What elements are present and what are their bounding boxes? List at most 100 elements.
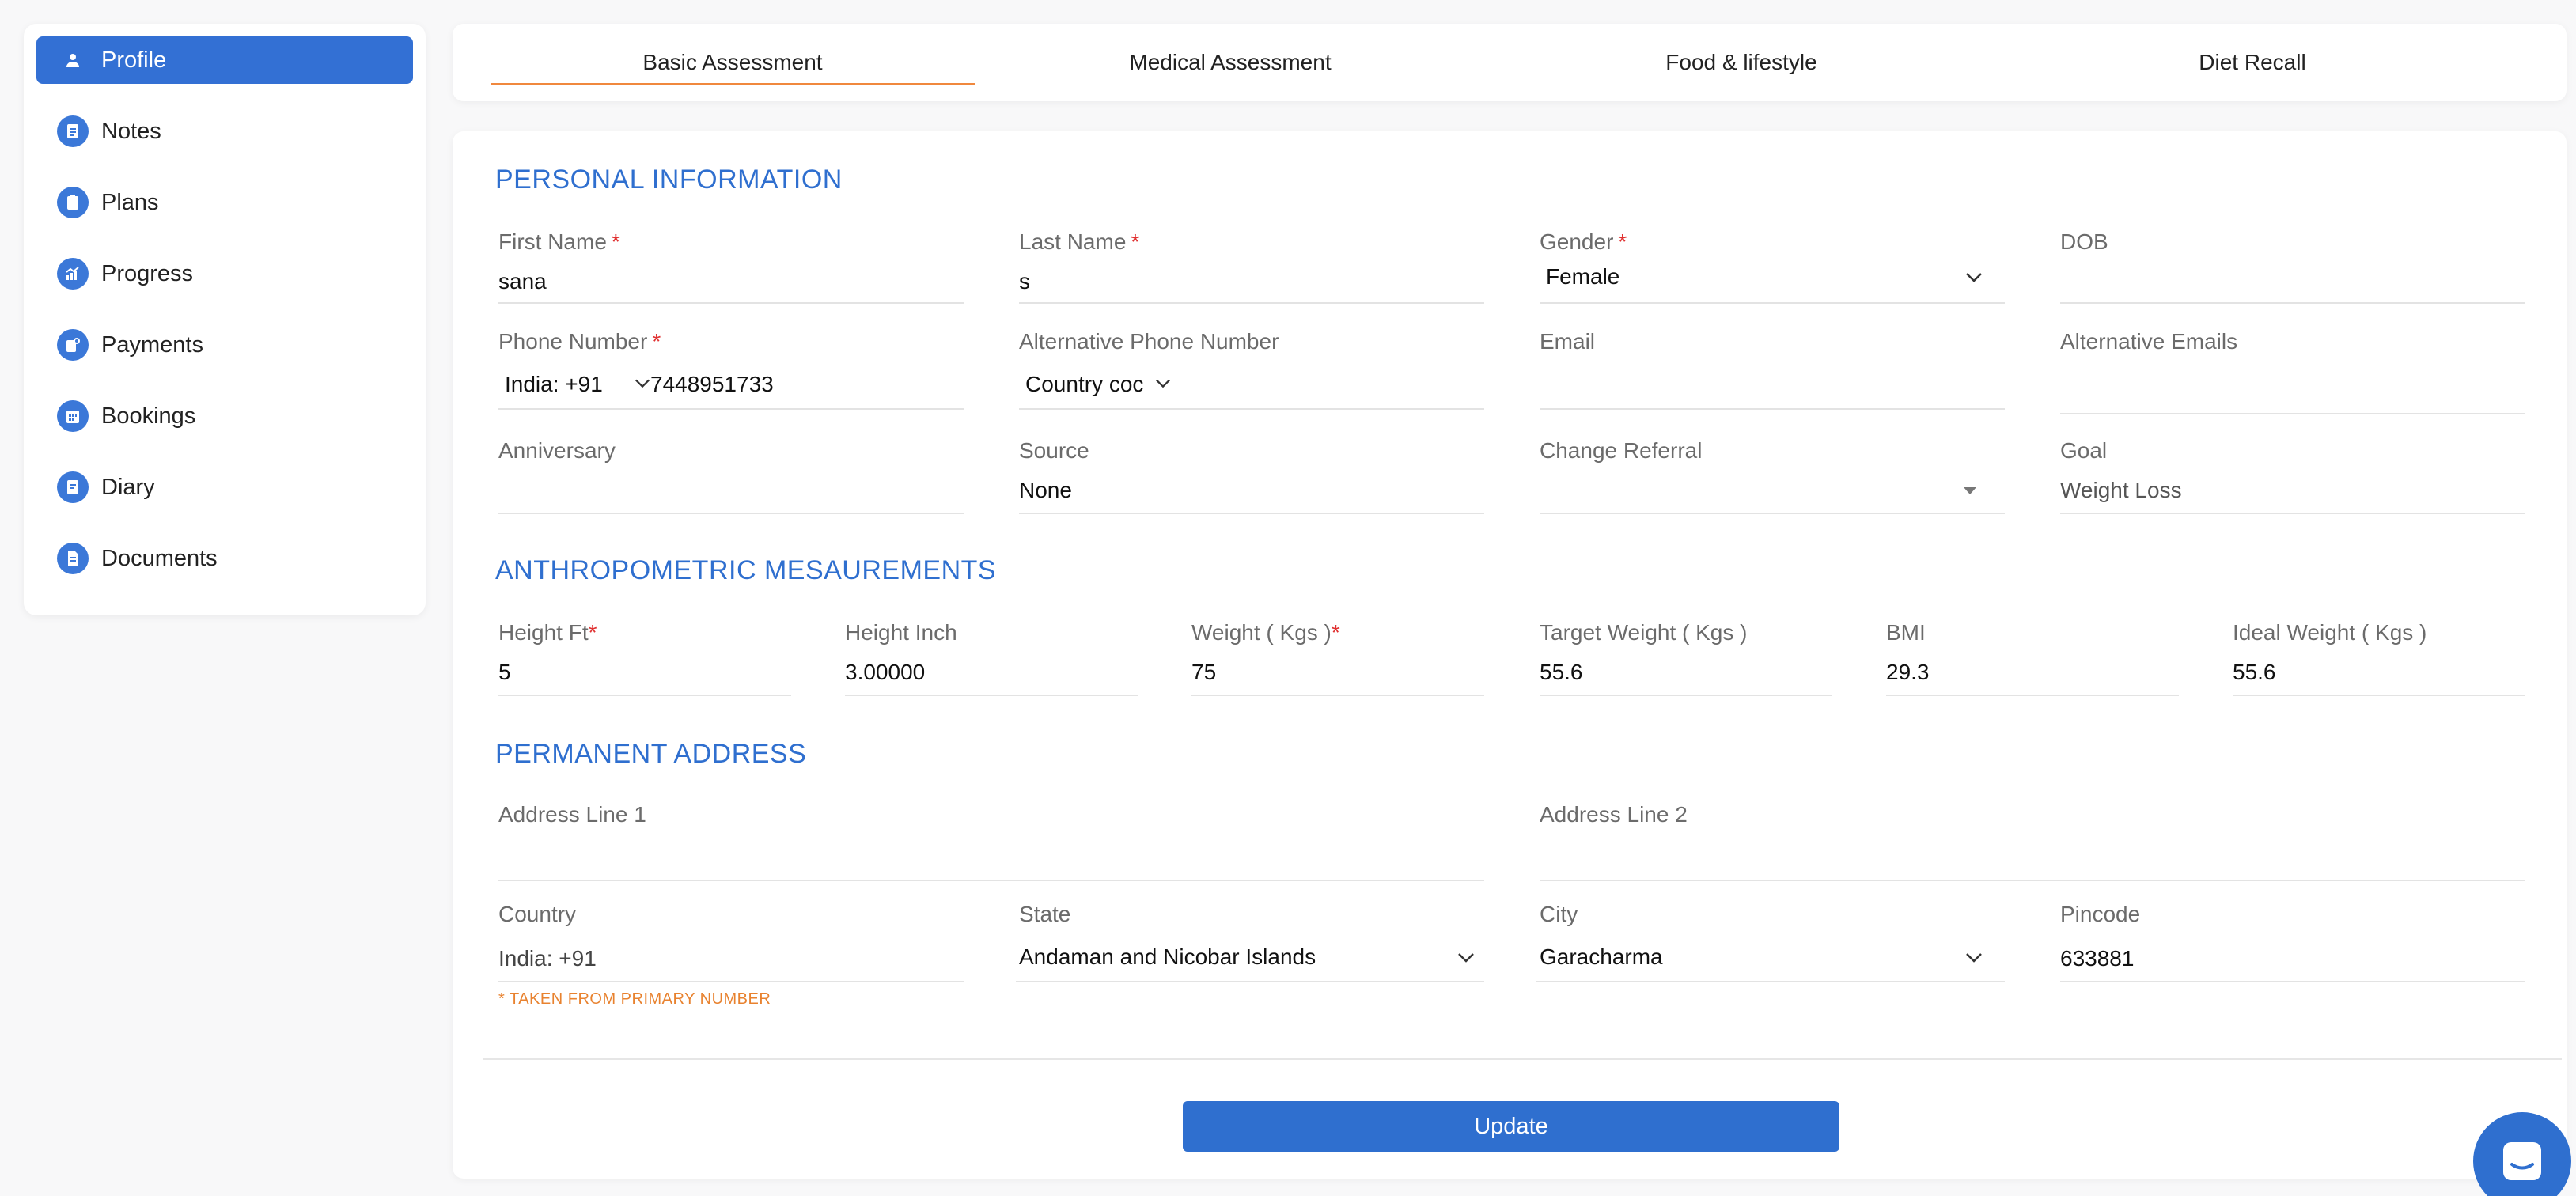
sidebar-item-label: Documents	[101, 545, 218, 571]
field-label: Last Name *	[1019, 229, 1140, 254]
field-label: Change Referral	[1540, 438, 1703, 463]
field-label: Source	[1019, 438, 1089, 463]
tab-basic-assessment[interactable]: Basic Assessment	[491, 24, 975, 101]
city-select[interactable]: City Garacharma	[1536, 902, 2005, 984]
city-value: Garacharma	[1540, 944, 1663, 969]
required-marker: *	[588, 620, 597, 645]
last-name-input[interactable]: s	[1019, 269, 1030, 294]
country-field[interactable]: Country India: +91	[498, 902, 964, 984]
address-line1-field[interactable]: Address Line 1	[498, 802, 1484, 883]
pincode-field[interactable]: Pincode 633881	[2060, 902, 2525, 984]
tab-label: Medical Assessment	[1129, 50, 1332, 74]
alt-phone-field[interactable]: Alternative Phone Number Country coc	[1019, 329, 1484, 411]
chevron-down-icon	[1966, 953, 1982, 963]
field-underline	[1540, 302, 2005, 304]
state-select[interactable]: State Andaman and Nicobar Islands	[1016, 902, 1484, 984]
state-value: Andaman and Nicobar Islands	[1019, 944, 1316, 969]
address-line2-field[interactable]: Address Line 2	[1540, 802, 2525, 883]
required-marker: *	[1618, 229, 1627, 254]
field-underline	[498, 880, 1484, 881]
height-ft-field[interactable]: Height Ft* 5	[498, 620, 791, 698]
chevron-down-icon	[1966, 273, 1982, 282]
ideal-weight-input[interactable]: 55.6	[2233, 660, 2276, 685]
pincode-input[interactable]: 633881	[2060, 946, 2134, 971]
field-underline	[1016, 981, 1484, 982]
bmi-field[interactable]: BMI 29.3	[1886, 620, 2179, 698]
first-name-input[interactable]: sana	[498, 269, 547, 294]
field-label: Alternative Emails	[2060, 329, 2238, 354]
alt-phone-country-code[interactable]: Country coc	[1025, 372, 1155, 397]
field-underline	[498, 981, 964, 982]
anniversary-field[interactable]: Anniversary	[498, 438, 964, 516]
required-marker: *	[611, 229, 620, 254]
goal-field[interactable]: Goal Weight Loss	[2060, 438, 2525, 516]
country-hint: * TAKEN FROM PRIMARY NUMBER	[498, 990, 771, 1008]
tab-diet-recall[interactable]: Diet Recall	[1997, 24, 2508, 101]
sidebar-item-label: Progress	[101, 260, 194, 286]
sidebar-item-bookings[interactable]: Bookings	[36, 392, 413, 440]
chat-icon	[2503, 1142, 2541, 1180]
bookings-icon	[57, 400, 89, 432]
field-label: Alternative Phone Number	[1019, 329, 1279, 354]
sidebar-item-documents[interactable]: Documents	[36, 535, 413, 582]
email-field[interactable]: Email	[1540, 329, 2005, 411]
field-underline	[1536, 981, 2005, 982]
gender-select[interactable]: Gender * Female	[1540, 229, 2005, 305]
field-underline	[498, 302, 964, 304]
source-input[interactable]: None	[1019, 478, 1072, 503]
field-underline	[1019, 302, 1484, 304]
weight-input[interactable]: 75	[1191, 660, 1216, 685]
chevron-down-icon	[1458, 953, 1474, 963]
sidebar-item-plans[interactable]: Plans	[36, 179, 413, 226]
tab-label: Diet Recall	[2199, 50, 2306, 74]
last-name-field[interactable]: Last Name * s	[1019, 229, 1484, 305]
tab-food-lifestyle[interactable]: Food & lifestyle	[1486, 24, 1997, 101]
target-weight-field[interactable]: Target Weight ( Kgs ) 55.6	[1540, 620, 1832, 698]
chevron-down-icon	[1156, 379, 1170, 388]
tab-medical-assessment[interactable]: Medical Assessment	[975, 24, 1486, 101]
source-field[interactable]: Source None	[1019, 438, 1484, 516]
field-label: First Name *	[498, 229, 620, 254]
sidebar-item-progress[interactable]: Progress	[36, 250, 413, 297]
country-input[interactable]: India: +91	[498, 946, 597, 971]
height-inch-input[interactable]: 3.00000	[845, 660, 925, 685]
field-underline	[2060, 513, 2525, 514]
alt-emails-field[interactable]: Alternative Emails	[2060, 329, 2525, 416]
notes-icon	[57, 115, 89, 147]
goal-input[interactable]: Weight Loss	[2060, 478, 2182, 503]
section-title-address: PERMANENT ADDRESS	[495, 739, 807, 769]
referral-select[interactable]: Change Referral	[1540, 438, 2005, 516]
field-label: Phone Number *	[498, 329, 661, 354]
height-inch-field[interactable]: Height Inch 3.00000	[845, 620, 1138, 698]
chevron-down-icon	[635, 379, 650, 388]
tab-label: Food & lifestyle	[1665, 50, 1817, 74]
gender-value: Female	[1546, 264, 1620, 289]
weight-field[interactable]: Weight ( Kgs )* 75	[1191, 620, 1484, 698]
phone-field[interactable]: Phone Number * India: +91 7448951733	[498, 329, 964, 411]
field-underline	[2060, 981, 2525, 982]
user-icon	[57, 44, 89, 76]
sidebar: Profile Notes Plans Progress Payments Bo…	[24, 24, 426, 615]
field-underline	[1540, 513, 2005, 514]
dob-field[interactable]: DOB	[2060, 229, 2525, 305]
sidebar-item-profile[interactable]: Profile	[36, 36, 413, 84]
sidebar-item-diary[interactable]: Diary	[36, 464, 413, 511]
field-label: City	[1540, 902, 1578, 926]
dropdown-arrow-icon	[1964, 487, 1976, 494]
phone-country-code[interactable]: India: +91	[505, 372, 603, 397]
first-name-field[interactable]: First Name * sana	[498, 229, 964, 305]
ideal-weight-field[interactable]: Ideal Weight ( Kgs ) 55.6	[2233, 620, 2525, 698]
height-ft-input[interactable]: 5	[498, 660, 511, 685]
section-title-personal: PERSONAL INFORMATION	[495, 165, 843, 195]
field-label: Anniversary	[498, 438, 616, 463]
target-weight-input[interactable]: 55.6	[1540, 660, 1583, 685]
sidebar-item-notes[interactable]: Notes	[36, 108, 413, 155]
phone-input[interactable]: 7448951733	[650, 372, 774, 397]
sidebar-item-payments[interactable]: Payments	[36, 321, 413, 369]
field-label: Pincode	[2060, 902, 2141, 926]
update-button[interactable]: Update	[1183, 1101, 1839, 1152]
assessment-tabs: Basic Assessment Medical Assessment Food…	[453, 24, 2567, 101]
field-underline	[1191, 695, 1484, 696]
field-underline	[2060, 413, 2525, 414]
bmi-input[interactable]: 29.3	[1886, 660, 1930, 685]
